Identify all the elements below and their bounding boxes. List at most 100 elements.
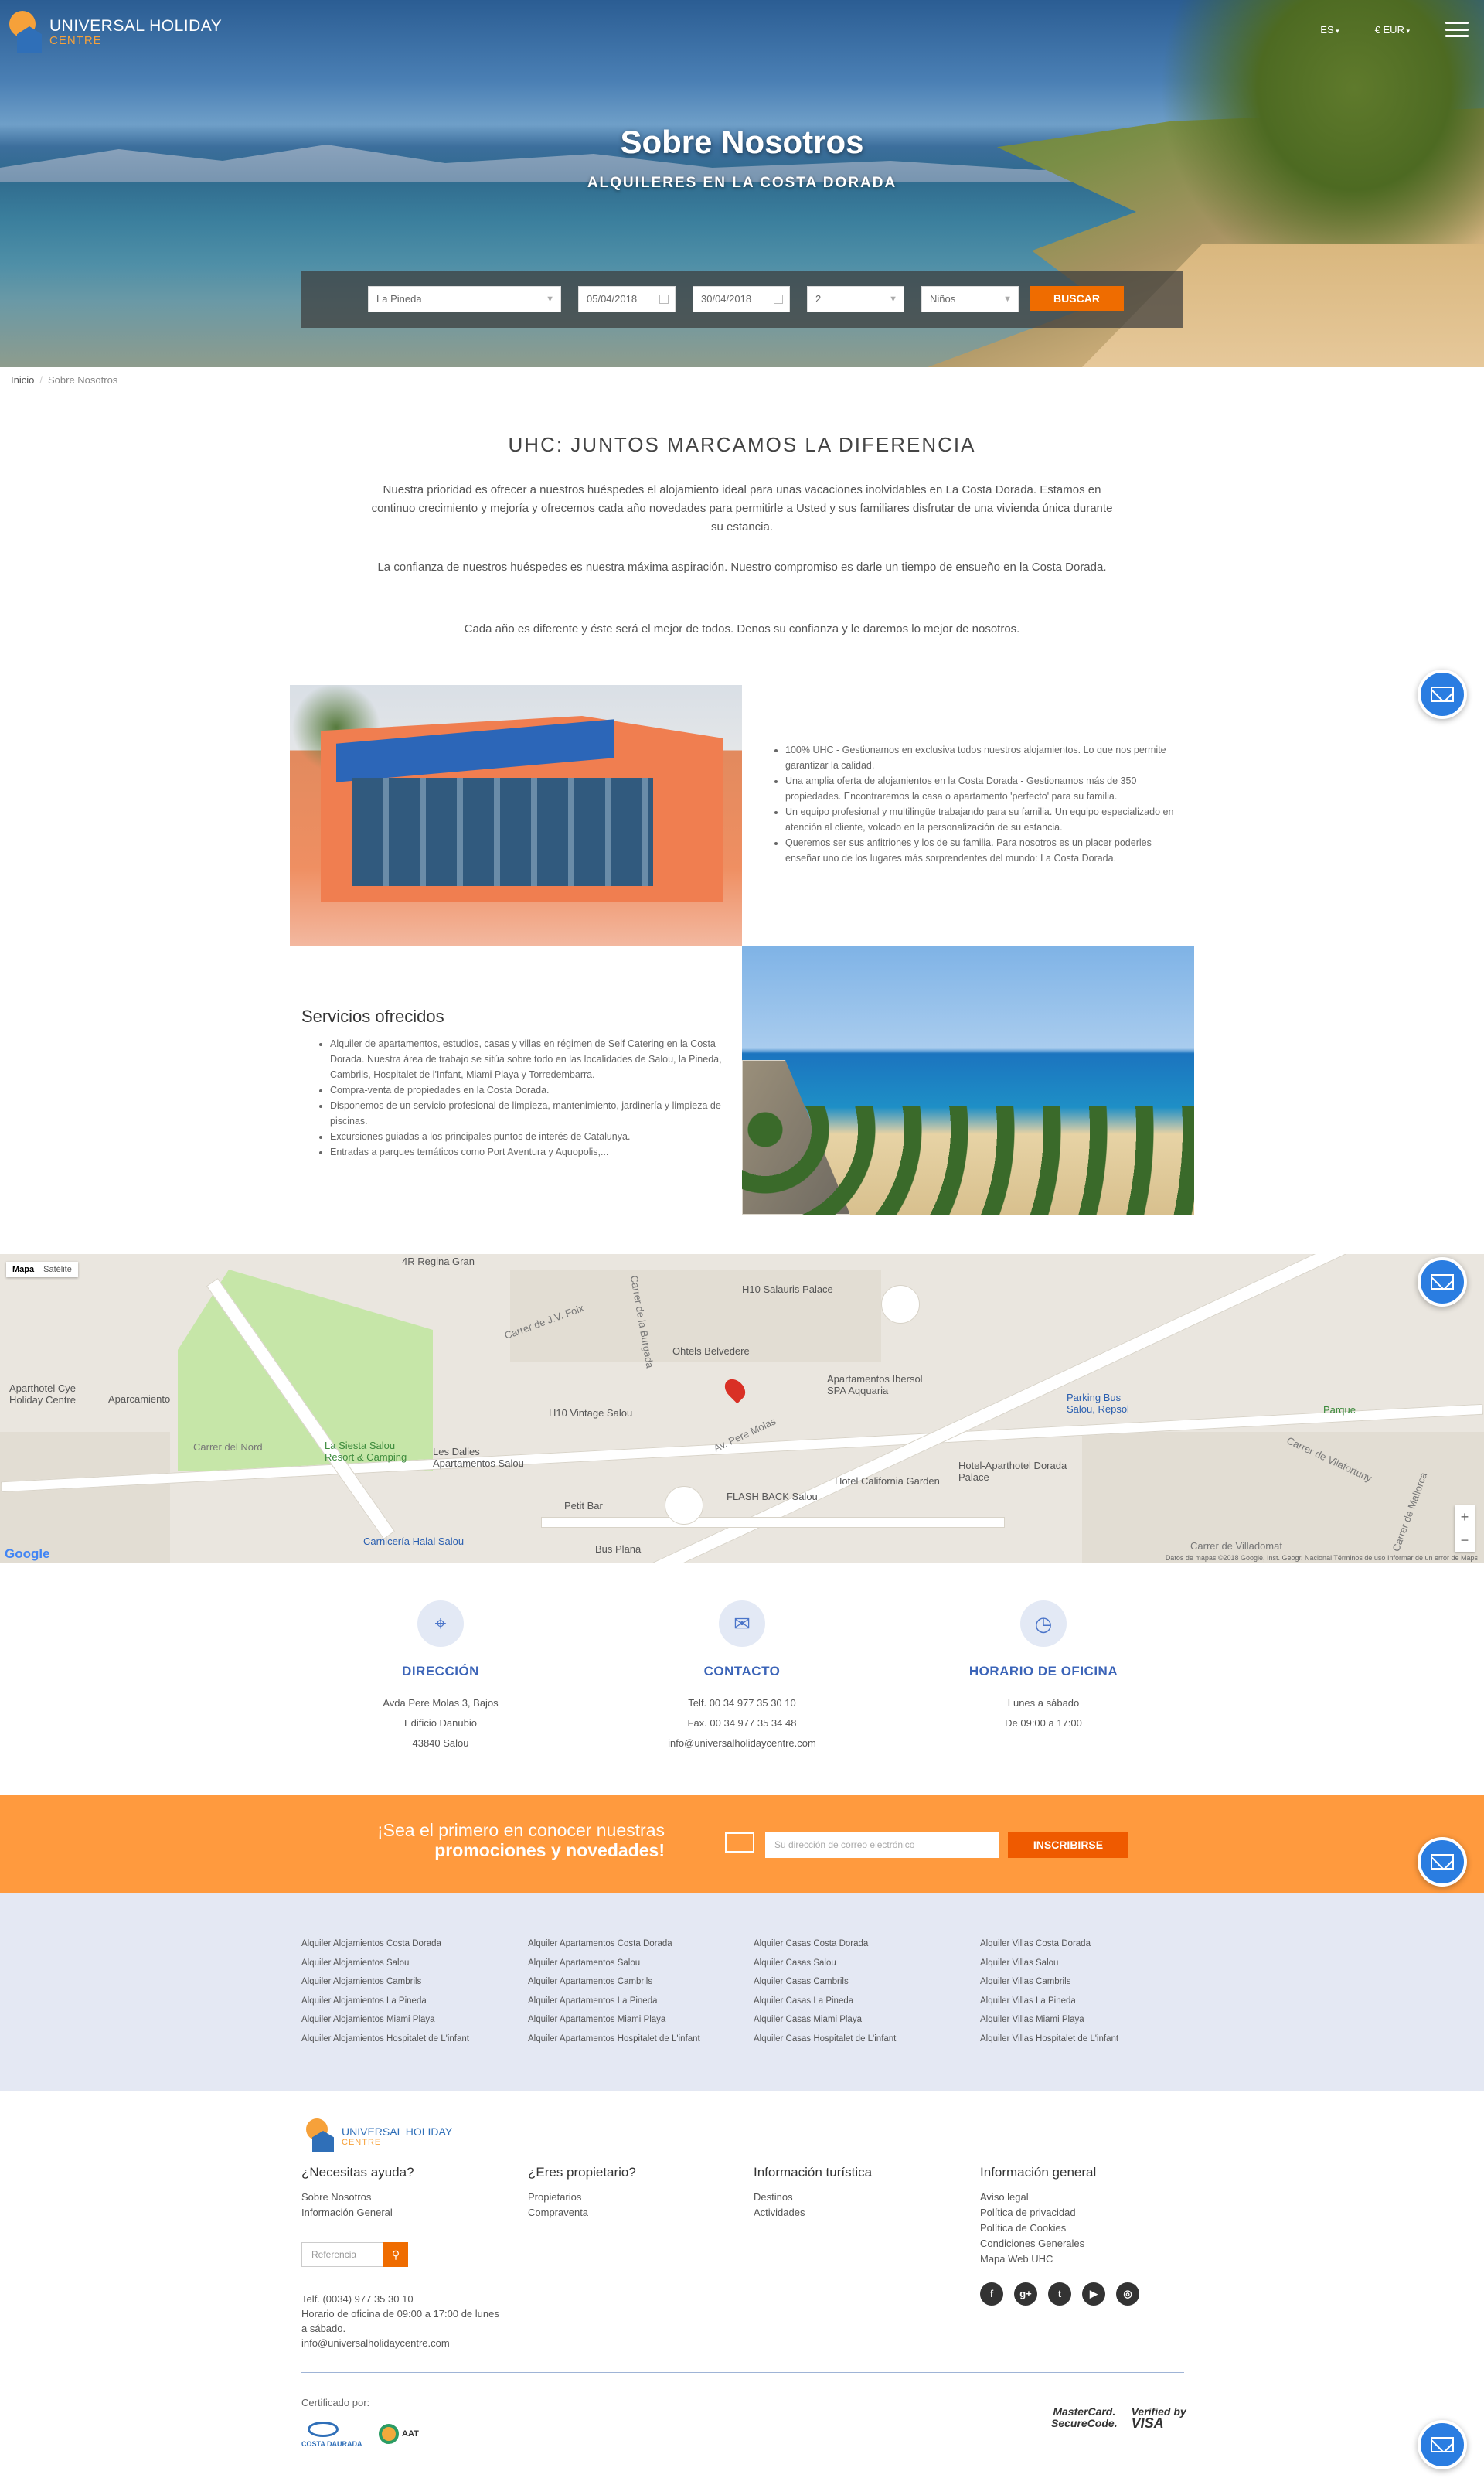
checkin-input[interactable]: 05/04/2018	[578, 286, 676, 312]
map-label[interactable]: Les Dalies Apartamentos Salou	[433, 1446, 533, 1469]
map-label[interactable]: Apartamentos Ibersol SPA Aqquaria	[827, 1373, 943, 1396]
search-icon[interactable]: ⚲	[383, 2242, 408, 2267]
seo-link[interactable]: Alquiler Villas Cambrils	[980, 1972, 1118, 1992]
map-label[interactable]: La Siesta Salou Resort & Camping	[325, 1440, 410, 1463]
checkout-input[interactable]: 30/04/2018	[693, 286, 790, 312]
seo-link[interactable]: Alquiler Casas Hospitalet de L'infant	[754, 2030, 896, 2049]
footer-link[interactable]: Mapa Web UHC	[980, 2251, 1096, 2267]
seo-link[interactable]: Alquiler Alojamientos Salou	[301, 1954, 469, 1973]
satellite-tab[interactable]: Satélite	[43, 1265, 72, 1274]
hours-line: De 09:00 a 17:00	[1005, 1717, 1082, 1729]
seo-link[interactable]: Alquiler Apartamentos Miami Playa	[528, 2010, 700, 2030]
seo-link[interactable]: Alquiler Apartamentos La Pineda	[528, 1992, 700, 2011]
footer-link[interactable]: Compraventa	[528, 2205, 636, 2221]
footer-link[interactable]: Política de Cookies	[980, 2221, 1096, 2236]
map-label[interactable]: Hotel-Aparthotel Dorada Palace	[958, 1460, 1074, 1483]
twitter-icon[interactable]: t	[1048, 2282, 1071, 2306]
breadcrumb-home[interactable]: Inicio	[11, 374, 34, 386]
newsletter-email-input[interactable]: Su dirección de correo electrónico	[765, 1832, 999, 1858]
seo-link[interactable]: Alquiler Alojamientos Costa Dorada	[301, 1934, 469, 1954]
seo-link[interactable]: Alquiler Apartamentos Cambrils	[528, 1972, 700, 1992]
mail-float-button[interactable]	[1418, 2420, 1467, 2469]
footer-phone[interactable]: Telf. (0034) 977 35 30 10	[301, 2292, 502, 2306]
map-label[interactable]: Aparthotel Cye Holiday Centre	[9, 1382, 87, 1406]
map-label[interactable]: Carnicería Halal Salou	[363, 1536, 464, 1547]
map-label[interactable]: Ohtels Belvedere	[672, 1345, 750, 1357]
map-label[interactable]: Parque	[1323, 1404, 1356, 1416]
map-label[interactable]: Parking Bus Salou, Repsol	[1067, 1392, 1152, 1415]
seo-link[interactable]: Alquiler Villas Hospitalet de L'infant	[980, 2030, 1118, 2049]
reference-input[interactable]: Referencia	[301, 2242, 383, 2267]
seo-link[interactable]: Alquiler Alojamientos Miami Playa	[301, 2010, 469, 2030]
map-label[interactable]: FLASH BACK Salou	[727, 1491, 818, 1502]
seo-link[interactable]: Alquiler Villas La Pineda	[980, 1992, 1118, 2011]
map-label[interactable]: H10 Salauris Palace	[742, 1283, 833, 1295]
footer-email[interactable]: info@universalholidaycentre.com	[301, 2336, 502, 2350]
currency-selector[interactable]: € EUR	[1375, 24, 1410, 36]
google-plus-icon[interactable]: g+	[1014, 2282, 1037, 2306]
footer-link[interactable]: Destinos	[754, 2190, 872, 2205]
seo-link[interactable]: Alquiler Alojamientos La Pineda	[301, 1992, 469, 2011]
seo-link[interactable]: Alquiler Casas Miami Playa	[754, 2010, 896, 2030]
map-marker-icon[interactable]	[720, 1375, 750, 1404]
map-label[interactable]: 4R Regina Gran	[402, 1256, 475, 1267]
seo-link[interactable]: Alquiler Alojamientos Hospitalet de L'in…	[301, 2030, 469, 2049]
seo-links: Alquiler Alojamientos Costa Dorada Alquil…	[0, 1893, 1484, 2091]
footer-heading: ¿Eres propietario?	[528, 2165, 636, 2180]
seo-link[interactable]: Alquiler Casas Cambrils	[754, 1972, 896, 1992]
seo-link[interactable]: Alquiler Apartamentos Hospitalet de L'in…	[528, 2030, 700, 2049]
seo-link[interactable]: Alquiler Casas La Pineda	[754, 1992, 896, 2011]
map-label[interactable]: Bus Plana	[595, 1543, 641, 1555]
footer-link[interactable]: Información General	[301, 2205, 414, 2221]
seo-link[interactable]: Alquiler Apartamentos Salou	[528, 1954, 700, 1973]
map-type-control: Mapa Satélite	[6, 1262, 78, 1277]
breadcrumb-current: Sobre Nosotros	[47, 374, 118, 386]
seo-link[interactable]: Alquiler Villas Costa Dorada	[980, 1934, 1118, 1954]
subscribe-button[interactable]: INSCRIBIRSE	[1008, 1832, 1128, 1858]
map-attribution[interactable]: Datos de mapas ©2018 Google, Inst. Geogr…	[1166, 1554, 1478, 1562]
adults-select[interactable]: 2 ▼	[807, 286, 904, 312]
logo[interactable]: UNIVERSAL HOLIDAY CENTRE	[9, 11, 222, 54]
seo-link[interactable]: Alquiler Alojamientos Cambrils	[301, 1972, 469, 1992]
pay1b: SecureCode.	[1051, 2417, 1118, 2429]
zoom-control: + −	[1455, 1505, 1475, 1552]
footer-general: Información general Aviso legal Política…	[980, 2165, 1096, 2267]
facebook-icon[interactable]: f	[980, 2282, 1003, 2306]
footer-help: ¿Necesitas ayuda? Sobre Nosotros Informa…	[301, 2165, 414, 2221]
footer-link[interactable]: Actividades	[754, 2205, 872, 2221]
footer-link[interactable]: Aviso legal	[980, 2190, 1096, 2205]
breadcrumb: Inicio / Sobre Nosotros	[11, 374, 117, 386]
seo-link[interactable]: Alquiler Casas Salou	[754, 1954, 896, 1973]
map-label[interactable]: Hotel California Garden	[835, 1475, 940, 1487]
email-link[interactable]: info@universalholidaycentre.com	[595, 1733, 889, 1754]
language-selector[interactable]: ES	[1320, 24, 1339, 36]
menu-icon[interactable]	[1445, 22, 1469, 37]
footer-link[interactable]: Política de privacidad	[980, 2205, 1096, 2221]
footer-divider	[301, 2372, 1184, 2373]
seo-link[interactable]: Alquiler Villas Miami Playa	[980, 2010, 1118, 2030]
seo-link[interactable]: Alquiler Casas Costa Dorada	[754, 1934, 896, 1954]
zoom-in-button[interactable]: +	[1455, 1505, 1475, 1529]
phone-line[interactable]: Telf. 00 34 977 35 30 10	[595, 1693, 889, 1713]
mail-float-button[interactable]	[1418, 670, 1467, 719]
seo-link[interactable]: Alquiler Apartamentos Costa Dorada	[528, 1934, 700, 1954]
beach-photo	[742, 946, 1194, 1215]
seo-link[interactable]: Alquiler Villas Salou	[980, 1954, 1118, 1973]
footer-logo[interactable]: UNIVERSAL HOLIDAY CENTRE	[306, 2118, 452, 2154]
mail-float-button[interactable]	[1418, 1837, 1467, 1887]
search-button[interactable]: BUSCAR	[1030, 286, 1124, 311]
footer-link[interactable]: Condiciones Generales	[980, 2236, 1096, 2251]
map-tab[interactable]: Mapa	[12, 1265, 34, 1274]
map-label[interactable]: Petit Bar	[564, 1500, 603, 1512]
map-label[interactable]: H10 Vintage Salou	[549, 1407, 632, 1419]
location-select[interactable]: La Pineda ▼	[368, 286, 561, 312]
zoom-out-button[interactable]: −	[1455, 1529, 1475, 1552]
chevron-down-icon: ▼	[889, 295, 897, 304]
children-select[interactable]: Niños ▼	[921, 286, 1019, 312]
footer-link[interactable]: Sobre Nosotros	[301, 2190, 414, 2205]
footer-link[interactable]: Propietarios	[528, 2190, 636, 2205]
map[interactable]: 4R Regina Gran H10 Salauris Palace Ohtel…	[0, 1254, 1484, 1563]
youtube-icon[interactable]: ▶	[1082, 2282, 1105, 2306]
mail-float-button[interactable]	[1418, 1257, 1467, 1307]
instagram-icon[interactable]: ◎	[1116, 2282, 1139, 2306]
